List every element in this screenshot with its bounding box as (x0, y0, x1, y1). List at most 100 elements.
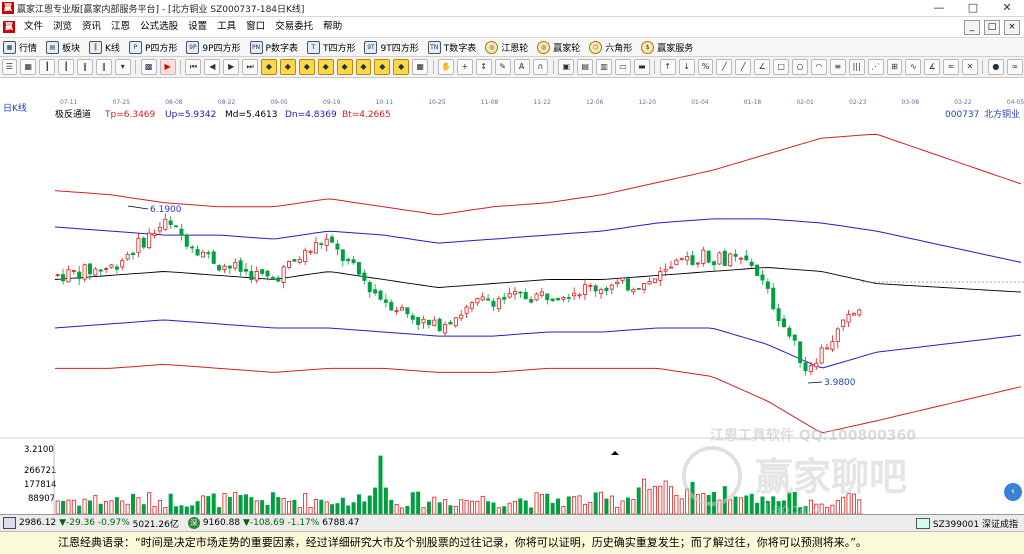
status-right[interactable]: SZ399001 深证成指 (915, 517, 1018, 530)
gann-fan-icon[interactable]: ⋰ (867, 59, 884, 75)
print-icon[interactable]: ▥ (596, 59, 613, 75)
toolbar-sectors-button[interactable]: ▤ 板块 (43, 40, 86, 54)
next-icon[interactable]: ▶ (223, 59, 240, 75)
menu-item-help[interactable]: 帮助 (318, 17, 347, 37)
toolbar-p-square-button[interactable]: P P四方形 (126, 40, 183, 54)
wave-icon[interactable]: ≈ (943, 59, 960, 75)
calendar-icon[interactable]: ▦ (20, 59, 37, 75)
candle-up-icon[interactable]: ┃ (39, 59, 56, 75)
diamond-icon[interactable]: ◆ (374, 59, 391, 75)
grid-tool-icon[interactable]: ▦ (412, 59, 429, 75)
menu-item-gann[interactable]: 江恩 (106, 17, 135, 37)
menu-item-tools[interactable]: 工具 (212, 17, 241, 37)
maximize-button[interactable]: □ (956, 0, 990, 16)
magnet-icon[interactable]: ∩ (532, 59, 549, 75)
last-icon[interactable]: ⏭ (242, 59, 259, 75)
bars-icon[interactable]: ‖ (77, 59, 93, 75)
kline-chart-panel[interactable]: 日K线 07-11 07-25 08-08 08-22 09-05 09-19 10-11 1… (0, 78, 1024, 518)
paint-icon[interactable]: ✎ (494, 59, 511, 75)
candle-body (174, 225, 179, 228)
toolbar-t-table-button[interactable]: TN T数字表 (425, 40, 483, 54)
volume-bar (744, 495, 749, 515)
text-icon[interactable]: A (513, 59, 530, 75)
toolbar-winner-wheel-button[interactable]: ◎ 赢家轮 (534, 40, 586, 54)
volume-bar (507, 502, 512, 515)
gann-box-icon[interactable]: ⊞ (886, 59, 903, 75)
menu-item-settings[interactable]: 设置 (183, 17, 212, 37)
fib-time-icon[interactable]: ||| (848, 59, 865, 75)
crosshair-icon[interactable]: + (456, 59, 473, 75)
prev-icon[interactable]: ◀ (204, 59, 221, 75)
gann-grid-icon[interactable]: ▩ (140, 59, 157, 75)
toolbar-t-square-button[interactable]: T T四方形 (304, 40, 362, 54)
diamond-icon[interactable]: ◆ (393, 59, 410, 75)
toolbar-9p-square-button[interactable]: 9P 9P四方形 (183, 40, 246, 54)
circle-tool-icon[interactable]: ○ (792, 59, 808, 75)
menu-item-formula-screening[interactable]: 公式选股 (135, 17, 183, 37)
mdi-minimize-button[interactable]: _ (964, 20, 980, 35)
candle-body (712, 261, 717, 266)
toolbar-quotes-button[interactable]: ▦ 行情 (0, 40, 43, 54)
move-icon[interactable]: ↕ (475, 59, 492, 75)
menu-item-file[interactable]: 文件 (19, 17, 48, 37)
candle-body (125, 253, 130, 260)
channel-tool-icon[interactable]: ╱ (735, 59, 752, 75)
toolbar-winner-service-button[interactable]: $ 赢家服务 (638, 40, 699, 54)
candle-down-icon[interactable]: ┃ (58, 59, 75, 75)
car-icon[interactable]: ▬ (633, 59, 650, 75)
angle-icon[interactable]: ∡ (924, 59, 941, 75)
sort-down-icon[interactable]: ↓ (678, 59, 695, 75)
candle-body (722, 250, 727, 266)
cycle-icon[interactable]: ∿ (905, 59, 922, 75)
erase-icon[interactable]: ✕ (962, 59, 978, 75)
sz-index-group[interactable]: 深 9160.88 ▼-108.69 -1.17% 6788.47 (185, 517, 359, 529)
hand-icon[interactable]: ✋ (438, 59, 454, 75)
first-icon[interactable]: ⏮ (185, 59, 202, 75)
monitor-icon (915, 518, 930, 529)
diamond-icon[interactable]: ◆ (279, 59, 296, 75)
kline-chart-svg[interactable]: 日K线 07-11 07-25 08-08 08-22 09-05 09-19 10-11 1… (0, 78, 1024, 518)
save-icon[interactable]: ▤ (577, 59, 594, 75)
mdi-restore-button[interactable]: □ (984, 20, 1000, 35)
color-wheel-icon[interactable]: ● (987, 59, 1004, 75)
toolbar-gann-wheel-button[interactable]: ◎ 江恩轮 (482, 40, 534, 54)
sort-up-icon[interactable]: ↑ (659, 59, 676, 75)
chart-window-icon[interactable]: ▣ (558, 59, 575, 75)
toolbar-kline-button[interactable]: ║ K线 (86, 40, 126, 54)
menu-item-news[interactable]: 资讯 (77, 17, 106, 37)
fan-tool-icon[interactable]: ∠ (754, 59, 771, 75)
bars-alt-icon[interactable]: ‖ (95, 59, 112, 75)
close-button[interactable]: ✕ (990, 0, 1024, 16)
monitor-icon[interactable]: ▭ (615, 59, 631, 75)
infinity-icon[interactable]: ∞ (1006, 59, 1023, 75)
volume-bar (572, 496, 577, 515)
arc-tool-icon[interactable]: ◠ (810, 59, 827, 75)
toolbar-9t-square-button[interactable]: 9T 9T四方形 (361, 40, 424, 54)
diamond-icon[interactable]: ◆ (336, 59, 353, 75)
dropdown-icon[interactable]: ▾ (114, 59, 131, 75)
line-tool-icon[interactable]: ╱ (716, 59, 733, 75)
diamond-icon[interactable]: ◆ (261, 59, 277, 75)
menu-item-window[interactable]: 窗口 (241, 17, 270, 37)
volume-bar (728, 499, 733, 515)
mdi-close-button[interactable]: × (1004, 20, 1020, 35)
candle-body (577, 294, 582, 297)
sh-index-group[interactable]: 2986.12 ▼-29.36 -0.97% 5021.26亿 (0, 517, 179, 530)
diamond-icon[interactable]: ◆ (355, 59, 372, 75)
fib-tool-icon[interactable]: ≡ (829, 59, 846, 75)
flag-icon[interactable]: ▶ (159, 59, 176, 75)
menu-item-browse[interactable]: 浏览 (48, 17, 77, 37)
toolbar-p-table-button[interactable]: PN P数字表 (247, 40, 304, 54)
scroll-right-button[interactable]: ‹ (1004, 483, 1022, 501)
diamond-icon[interactable]: ◆ (298, 59, 315, 75)
menu-item-trade[interactable]: 交易委托 (270, 17, 318, 37)
percent-icon[interactable]: % (697, 59, 714, 75)
toolbar-hexagon-button[interactable]: ⬡ 六角形 (586, 40, 638, 54)
diamond-icon[interactable]: ◆ (317, 59, 334, 75)
app-logo-icon: 赢 (2, 2, 14, 14)
box-tool-icon[interactable]: □ (773, 59, 790, 75)
candle-body (104, 268, 109, 270)
menu-toggle-icon[interactable]: ☰ (1, 59, 18, 75)
minimize-button[interactable]: — (922, 0, 956, 16)
candle-body (378, 290, 383, 300)
